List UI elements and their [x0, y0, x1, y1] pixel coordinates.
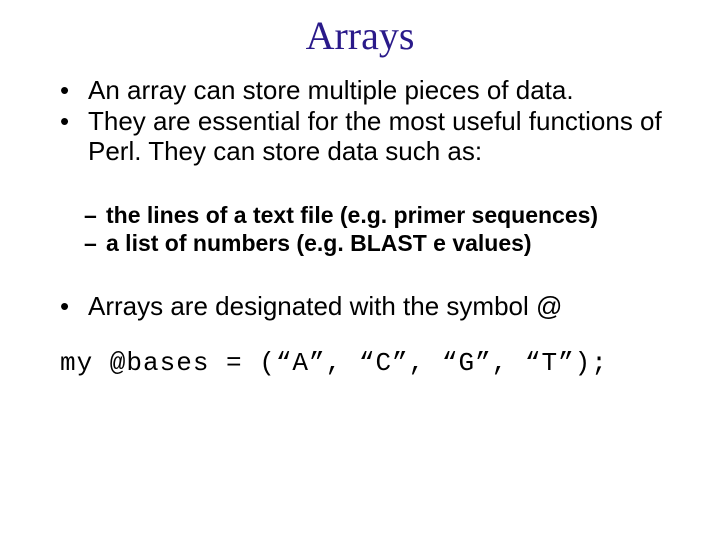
bullet-list: An array can store multiple pieces of da…: [48, 75, 672, 167]
bullet-text: An array can store multiple pieces of da…: [88, 75, 574, 105]
slide: Arrays An array can store multiple piece…: [0, 0, 720, 540]
bullet-item: An array can store multiple pieces of da…: [60, 75, 672, 106]
bullet-list-2: Arrays are designated with the symbol @: [48, 291, 672, 322]
slide-title: Arrays: [48, 12, 672, 59]
bullet-text: Arrays are designated with the symbol @: [88, 291, 562, 321]
spacer: [48, 257, 672, 291]
sub-bullet-text: a list of numbers (e.g. BLAST e values): [106, 230, 532, 256]
bullet-item: They are essential for the most useful f…: [60, 106, 672, 167]
bullet-item: Arrays are designated with the symbol @: [60, 291, 672, 322]
spacer: [48, 322, 672, 348]
bullet-text: They are essential for the most useful f…: [88, 106, 662, 167]
sub-bullet-list: the lines of a text file (e.g. primer se…: [48, 201, 672, 257]
sub-bullet-text: the lines of a text file (e.g. primer se…: [106, 202, 598, 228]
code-example: my @bases = (“A”, “C”, “G”, “T”);: [48, 348, 672, 378]
spacer: [48, 167, 672, 201]
sub-bullet-item: a list of numbers (e.g. BLAST e values): [84, 229, 672, 257]
sub-bullet-item: the lines of a text file (e.g. primer se…: [84, 201, 672, 229]
